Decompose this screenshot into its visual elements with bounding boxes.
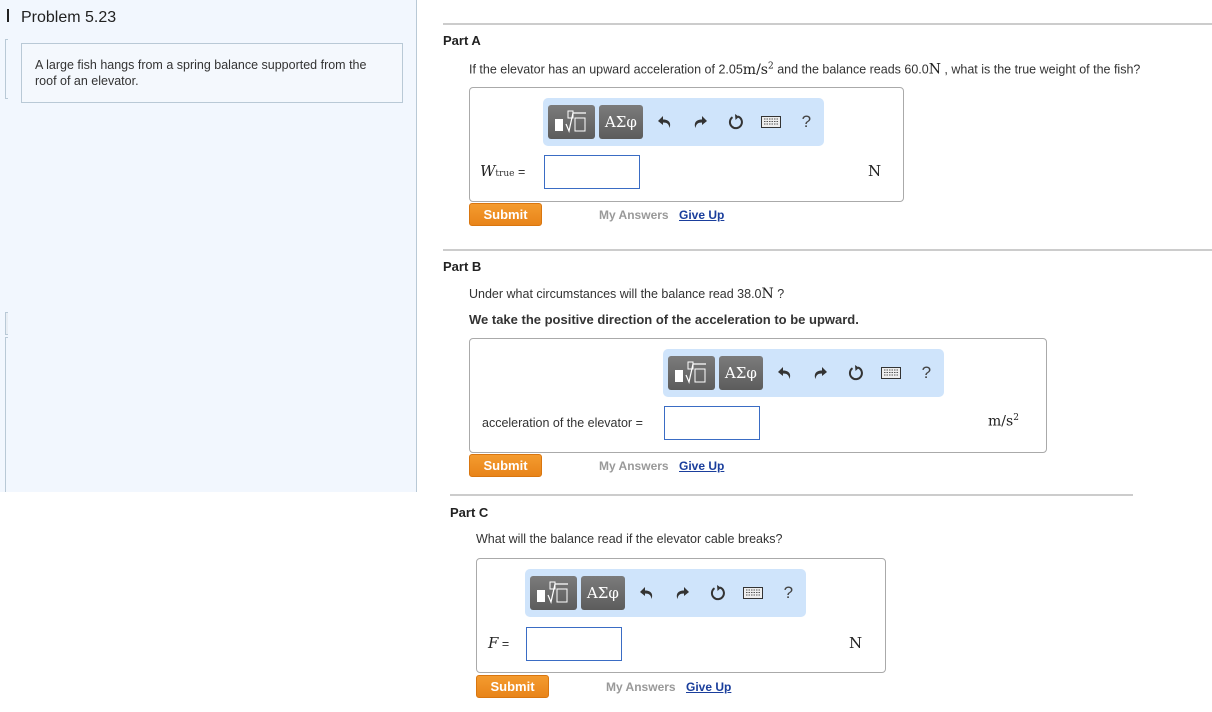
part-c-my-answers-link[interactable]: My Answers (606, 680, 676, 694)
undo-button[interactable] (767, 356, 802, 390)
part-a-question: If the elevator has an upward accelerati… (469, 61, 1140, 78)
undo-icon (639, 587, 653, 599)
part-a-divider (443, 23, 1212, 25)
question-text: , what is the true weight of the fish? (940, 62, 1141, 77)
text-cursor (7, 9, 9, 22)
templates-button[interactable] (548, 105, 595, 139)
part-c-submit-button[interactable]: Submit (476, 675, 549, 698)
math-toolbar: ΑΣφ ? (663, 349, 944, 397)
problem-intro: A large fish hangs from a spring balance… (21, 43, 403, 103)
greek-symbols-button[interactable]: ΑΣφ (718, 356, 764, 390)
acceleration-input[interactable] (664, 406, 760, 440)
question-text: and the balance reads 60.0 (773, 62, 929, 77)
answer-label: F = (488, 634, 510, 652)
unit-text: N (928, 61, 941, 78)
answer-label: acceleration of the elevator = (482, 416, 643, 430)
part-b-divider (443, 249, 1212, 251)
answer-unit: N (868, 162, 882, 180)
keyboard-button[interactable] (873, 356, 908, 390)
reset-button[interactable] (700, 576, 735, 610)
panel-bracket (5, 312, 8, 335)
part-b-question: Under what circumstances will the balanc… (469, 286, 784, 302)
unit-text: m/s2 (742, 61, 774, 78)
part-a-submit-button[interactable]: Submit (469, 203, 542, 226)
help-button[interactable]: ? (909, 356, 944, 390)
question-text: Under what circumstances will the balanc… (469, 287, 762, 301)
redo-button[interactable] (683, 105, 718, 139)
w-true-input[interactable] (544, 155, 640, 189)
templates-icon (537, 581, 569, 604)
redo-icon (695, 116, 708, 128)
part-c-question: What will the balance read if the elevat… (476, 532, 783, 546)
keyboard-button[interactable] (735, 576, 770, 610)
unit-text: N (761, 286, 774, 302)
problem-panel: Problem 5.23 A large fish hangs from a s… (0, 0, 417, 492)
undo-icon (777, 367, 791, 379)
problem-title: Problem 5.23 (21, 9, 117, 26)
undo-button[interactable] (629, 576, 664, 610)
f-input[interactable] (526, 627, 622, 661)
question-text: ? (773, 287, 785, 301)
part-c-title: Part C (450, 505, 489, 520)
greek-symbols-button[interactable]: ΑΣφ (598, 105, 644, 139)
reset-button[interactable] (838, 356, 873, 390)
part-a-my-answers-link[interactable]: My Answers (599, 208, 669, 222)
part-b-give-up-link[interactable]: Give Up (679, 459, 724, 473)
templates-button[interactable] (530, 576, 577, 610)
math-toolbar: ΑΣφ ? (525, 569, 806, 617)
undo-icon (657, 116, 671, 128)
redo-button[interactable] (803, 356, 838, 390)
part-b-submit-button[interactable]: Submit (469, 454, 542, 477)
question-text: If the elevator has an upward accelerati… (469, 62, 743, 77)
part-a-title: Part A (443, 33, 481, 48)
templates-icon (555, 110, 587, 133)
math-toolbar: ΑΣφ ? (543, 98, 824, 146)
templates-button[interactable] (668, 356, 715, 390)
part-c-answer-box: ΑΣφ ? F = N (476, 558, 886, 673)
part-a-give-up-link[interactable]: Give Up (679, 208, 724, 222)
keyboard-button[interactable] (753, 105, 788, 139)
reset-button[interactable] (718, 105, 753, 139)
panel-bracket (5, 337, 8, 492)
part-b-my-answers-link[interactable]: My Answers (599, 459, 669, 473)
reset-icon (848, 365, 863, 381)
redo-icon (677, 587, 690, 599)
part-c-give-up-link[interactable]: Give Up (686, 680, 731, 694)
templates-icon (675, 361, 707, 384)
part-b-title: Part B (443, 259, 482, 274)
part-c-divider (450, 494, 1133, 496)
reset-icon (710, 585, 725, 601)
undo-button[interactable] (647, 105, 682, 139)
greek-symbols-button[interactable]: ΑΣφ (580, 576, 626, 610)
answer-unit: m/s2 (988, 413, 1019, 430)
part-a-answer-box: ΑΣφ ? Wtrue = N (469, 87, 904, 202)
reset-icon (728, 114, 743, 130)
redo-icon (815, 367, 828, 379)
panel-bracket (5, 39, 8, 99)
part-b-instruction: We take the positive direction of the ac… (469, 312, 859, 327)
help-button[interactable]: ? (771, 576, 806, 610)
help-button[interactable]: ? (789, 105, 824, 139)
keyboard-icon (880, 367, 901, 379)
keyboard-icon (760, 116, 781, 128)
keyboard-icon (742, 587, 763, 599)
part-b-answer-box: ΑΣφ ? acceleration of the elevator = m/s… (469, 338, 1047, 453)
answer-label: Wtrue = (480, 162, 526, 180)
redo-button[interactable] (665, 576, 700, 610)
answer-unit: N (849, 634, 863, 652)
